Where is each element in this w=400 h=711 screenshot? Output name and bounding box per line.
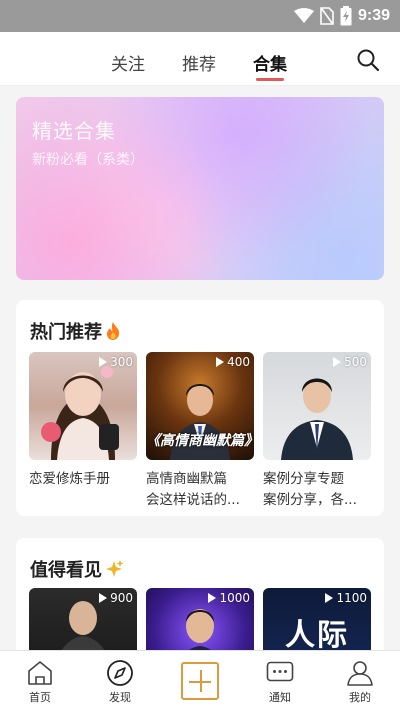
nav-home[interactable]: 首页: [0, 651, 80, 711]
collection-item[interactable]: 1000: [146, 588, 254, 658]
profile-icon: [347, 661, 373, 686]
collection-item[interactable]: 300 恋爱修炼手册: [29, 352, 137, 490]
thumbnail: 400 《高情商幽默篇》: [146, 352, 254, 460]
status-bar: 9:39: [0, 0, 400, 32]
bottom-nav: 首页 发现 通知 我的: [0, 650, 400, 711]
play-count: 500: [333, 355, 367, 369]
collection-item[interactable]: 900: [29, 588, 137, 658]
fire-icon: [107, 322, 120, 340]
nav-notifications-label: 通知: [269, 691, 291, 704]
play-count: 900: [99, 591, 133, 605]
thumbnail: 300: [29, 352, 137, 460]
featured-banner[interactable]: 精选合集 新粉必看（系类）: [16, 97, 384, 280]
message-icon: [266, 661, 294, 682]
battery-charging-icon: [340, 6, 352, 26]
tab-collections[interactable]: 合集: [253, 50, 287, 75]
nav-home-label: 首页: [29, 691, 51, 704]
plus-icon[interactable]: [181, 662, 219, 700]
item-caption: 恋爱修炼手册: [29, 471, 110, 487]
section-title-text: 值得看见: [30, 560, 102, 581]
nav-profile-label: 我的: [349, 691, 371, 704]
thumbnail: 500: [263, 352, 371, 460]
tab-recommend[interactable]: 推荐: [182, 50, 216, 75]
nav-profile[interactable]: 我的: [320, 651, 400, 711]
status-icons: 9:39: [293, 4, 390, 28]
tab-follow[interactable]: 关注: [111, 50, 145, 75]
thumbnail: 900: [29, 588, 137, 658]
no-sim-icon: [320, 7, 334, 25]
compass-icon: [107, 660, 133, 686]
play-icon: [99, 593, 108, 603]
play-icon: [99, 357, 108, 367]
play-icon: [333, 357, 342, 367]
thumbnail-title: 人际: [285, 618, 349, 653]
top-nav: 关注 推荐 合集: [0, 32, 400, 86]
section-title: 值得看见: [30, 556, 125, 582]
collection-item[interactable]: 500 案例分享专题 案例分享，各...: [263, 352, 371, 511]
play-icon: [208, 593, 217, 603]
section-title: 热门推荐: [30, 318, 121, 344]
clock: 9:39: [357, 7, 390, 24]
item-caption: 高情商幽默篇 会这样说话的...: [146, 471, 240, 508]
item-caption: 案例分享专题 案例分享，各...: [263, 471, 357, 508]
collection-item[interactable]: 人际 1100: [263, 588, 371, 658]
nav-notifications[interactable]: 通知: [240, 651, 320, 711]
sparkle-icon: [106, 560, 124, 577]
hot-recommend-section: 热门推荐 300 恋爱修炼手册 400 《高情商幽默篇》 高情商幽默篇 会这样说…: [16, 300, 384, 516]
play-count: 400: [216, 355, 250, 369]
collection-item[interactable]: 400 《高情商幽默篇》 高情商幽默篇 会这样说话的...: [146, 352, 254, 511]
wifi-icon: [293, 8, 314, 23]
play-icon: [325, 593, 334, 603]
play-count: 300: [99, 355, 133, 369]
nav-discover-label: 发现: [109, 691, 131, 704]
thumbnail: 1000: [146, 588, 254, 658]
worth-seeing-section: 值得看见 900 1000 人际 1100: [16, 538, 384, 658]
section-title-text: 热门推荐: [30, 322, 102, 343]
thumbnail: 人际 1100: [263, 588, 371, 658]
banner-subtitle: 新粉必看（系类）: [32, 152, 144, 168]
active-tab-indicator: [256, 78, 284, 81]
nav-discover[interactable]: 发现: [80, 651, 160, 711]
search-icon[interactable]: [356, 48, 380, 72]
home-icon: [28, 661, 52, 685]
thumbnail-title: 《高情商幽默篇》: [146, 433, 254, 449]
banner-title: 精选合集: [32, 119, 116, 143]
play-count: 1100: [325, 591, 367, 605]
play-icon: [216, 357, 225, 367]
play-count: 1000: [208, 591, 250, 605]
